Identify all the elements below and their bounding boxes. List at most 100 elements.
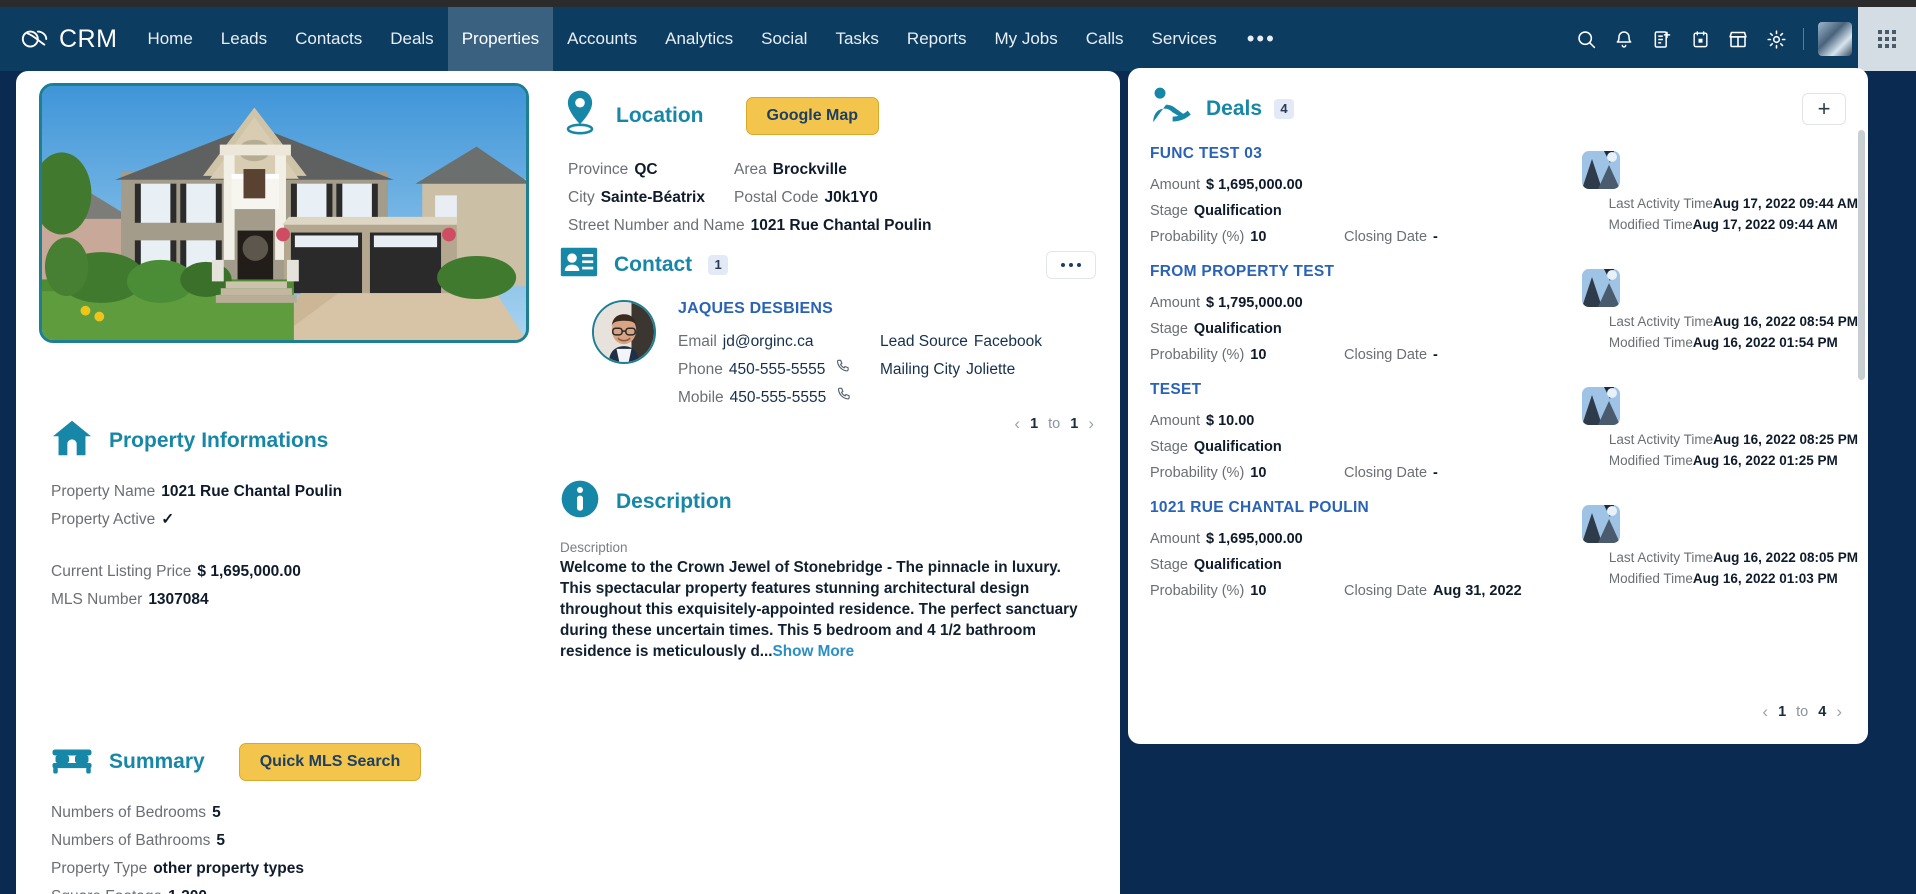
deal-thumbnail — [1582, 505, 1620, 543]
field-label: Closing Date — [1344, 347, 1427, 363]
field-label: Closing Date — [1344, 465, 1427, 481]
show-more-link[interactable]: Show More — [773, 643, 855, 660]
nav-item-accounts[interactable]: Accounts — [553, 7, 651, 71]
description-title: Description — [616, 490, 732, 514]
field-label: Current Listing Price — [51, 563, 191, 580]
nav-item-deals[interactable]: Deals — [376, 7, 447, 71]
user-avatar[interactable] — [1818, 22, 1852, 56]
property-information-title: Property Informations — [109, 429, 328, 453]
field-label: Probability (%) — [1150, 583, 1244, 599]
deal-title[interactable]: TESET — [1150, 381, 1846, 399]
field-value: Facebook — [974, 333, 1042, 350]
summary-section: Summary Quick MLS Search Numbers of Bedr… — [51, 743, 421, 894]
nav-item-properties[interactable]: Properties — [448, 7, 553, 71]
field-email: Emailjd@orginc.ca — [678, 328, 813, 356]
field-label: Province — [568, 161, 628, 178]
deals-pager-next[interactable]: › — [1836, 702, 1842, 722]
field-value: Aug 16, 2022 01:03 PM — [1693, 571, 1838, 586]
nav-item-calls[interactable]: Calls — [1072, 7, 1138, 71]
field-value: Qualification — [1194, 203, 1282, 219]
field-value: 450-555-5555 — [729, 361, 826, 378]
deal-row[interactable]: FROM PROPERTY TEST Amount$ 1,795,000.00 … — [1128, 263, 1868, 381]
field-label: Stage — [1150, 203, 1188, 219]
contact-avatar[interactable] — [592, 300, 656, 364]
infinity-loop-logo-icon — [20, 24, 50, 54]
phone-icon[interactable] — [836, 389, 851, 406]
field-value: Joliette — [966, 361, 1015, 378]
contact-card-icon — [560, 247, 598, 282]
field-label: Modified Time — [1609, 571, 1693, 586]
field-value: $ 1,795,000.00 — [1206, 295, 1303, 311]
field-value: 1021 Rue Chantal Poulin — [751, 217, 932, 234]
field-label: Mailing City — [880, 361, 960, 378]
nav-item-contacts[interactable]: Contacts — [281, 7, 376, 71]
description-header: Description — [560, 479, 1110, 524]
location-header: Location Google Map — [560, 89, 1110, 142]
nav-divider — [1803, 28, 1804, 50]
field-value: Qualification — [1194, 557, 1282, 573]
field-value: - — [1433, 347, 1438, 363]
field-value: Aug 16, 2022 08:54 PM — [1713, 314, 1858, 329]
deal-title[interactable]: FUNC TEST 03 — [1150, 145, 1846, 163]
nav-item-leads[interactable]: Leads — [207, 7, 281, 71]
field-value: Aug 31, 2022 — [1433, 583, 1522, 599]
contact-card: JAQUES DESBIENS Emailjd@orginc.ca Phone4… — [592, 300, 1110, 406]
contact-name[interactable]: JAQUES DESBIENS — [678, 300, 1110, 318]
nav-item-analytics[interactable]: Analytics — [651, 7, 747, 71]
contact-pager: ‹ 1 to 1 › — [560, 414, 1110, 434]
add-deal-button[interactable]: + — [1802, 93, 1846, 125]
field-value: J0k1Y0 — [824, 189, 877, 206]
field-property-name: Property Name1021 Rue Chantal Poulin — [51, 478, 342, 506]
deals-scrollbar[interactable] — [1858, 130, 1865, 380]
field-current-listing-price: Current Listing Price$ 1,695,000.00 — [51, 558, 342, 586]
deal-last-activity: Last Activity TimeAug 17, 2022 09:44 AM — [1609, 193, 1858, 214]
field-label: Modified Time — [1609, 453, 1693, 468]
contact-pager-next[interactable]: › — [1088, 414, 1094, 434]
nav-item-my-jobs[interactable]: My Jobs — [980, 7, 1071, 71]
app-brand[interactable]: CRM — [0, 24, 133, 54]
nav-item-reports[interactable]: Reports — [893, 7, 981, 71]
deal-meta: Last Activity TimeAug 16, 2022 08:54 PM … — [1609, 311, 1858, 353]
bell-notification-icon[interactable] — [1605, 7, 1643, 71]
deal-thumbnail — [1582, 151, 1620, 189]
deal-row[interactable]: TESET Amount$ 10.00 StageQualification P… — [1128, 381, 1868, 499]
marketplace-icon[interactable] — [1719, 7, 1757, 71]
contact-more-button[interactable] — [1046, 251, 1096, 279]
field-postal-code: Postal CodeJ0k1Y0 — [734, 184, 878, 212]
add-record-icon[interactable] — [1643, 7, 1681, 71]
google-map-button[interactable]: Google Map — [746, 97, 880, 135]
deal-title[interactable]: FROM PROPERTY TEST — [1150, 263, 1846, 281]
nav-item-tasks[interactable]: Tasks — [821, 7, 892, 71]
search-icon[interactable] — [1567, 7, 1605, 71]
deal-row[interactable]: 1021 RUE CHANTAL POULIN Amount$ 1,695,00… — [1128, 499, 1868, 617]
ellipsis-icon — [1069, 263, 1073, 267]
field-value: QC — [634, 161, 657, 178]
field-label: Closing Date — [1344, 583, 1427, 599]
nav-item-home[interactable]: Home — [133, 7, 206, 71]
field-value: Qualification — [1194, 439, 1282, 455]
nav-item-social[interactable]: Social — [747, 7, 821, 71]
deal-row[interactable]: FUNC TEST 03 Amount$ 1,695,000.00 StageQ… — [1128, 145, 1868, 263]
contact-count-badge: 1 — [708, 255, 728, 275]
grid-launcher-icon[interactable] — [1858, 7, 1916, 71]
field-value: Aug 16, 2022 08:25 PM — [1713, 432, 1858, 447]
field-label: Closing Date — [1344, 229, 1427, 245]
field-value[interactable]: jd@orginc.ca — [723, 333, 814, 350]
field-label: Last Activity Time — [1609, 196, 1713, 211]
phone-icon[interactable] — [835, 361, 850, 378]
deals-pager-prev[interactable]: ‹ — [1762, 702, 1768, 722]
field-value: 10 — [1250, 465, 1266, 481]
deal-title[interactable]: 1021 RUE CHANTAL POULIN — [1150, 499, 1846, 517]
contact-pager-prev[interactable]: ‹ — [1014, 414, 1020, 434]
field-value: ✓ — [161, 511, 174, 528]
field-value: Aug 17, 2022 09:44 AM — [1713, 196, 1858, 211]
quick-mls-search-button[interactable]: Quick MLS Search — [239, 743, 422, 781]
nav-item-services[interactable]: Services — [1138, 7, 1231, 71]
calendar-icon[interactable] — [1681, 7, 1719, 71]
gear-settings-icon[interactable] — [1757, 7, 1795, 71]
deal-field-closing-date: Closing Date- — [1344, 460, 1438, 486]
field-street-number-and-name: Street Number and Name1021 Rue Chantal P… — [568, 212, 932, 240]
nav-more-button[interactable]: ••• — [1231, 7, 1292, 71]
property-photo[interactable] — [39, 83, 529, 343]
field-value: $ 10.00 — [1206, 413, 1254, 429]
